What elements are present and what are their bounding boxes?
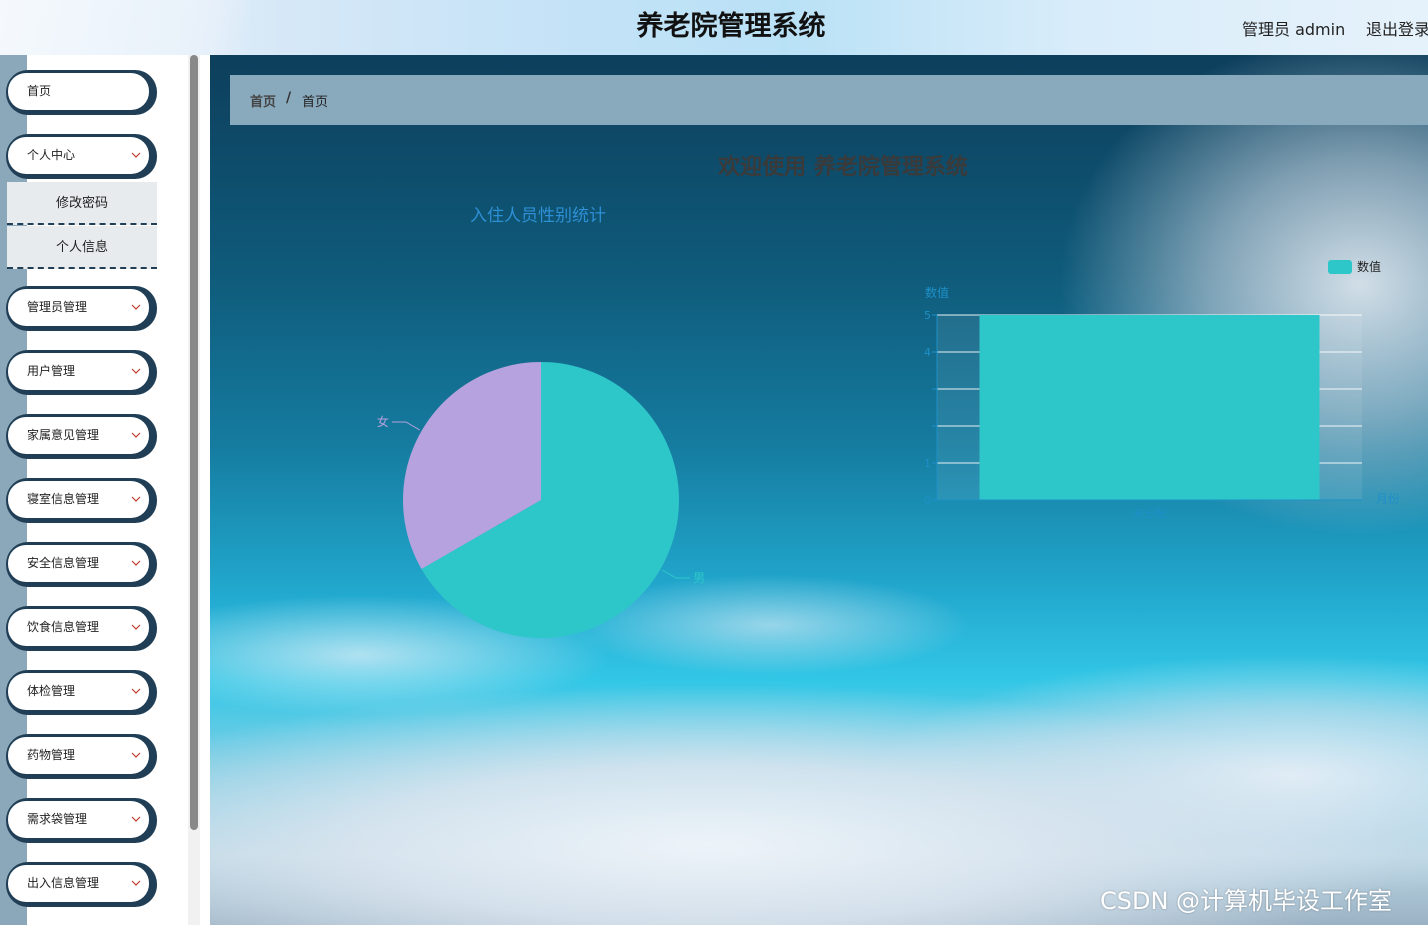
sidebar-item-text: 用户管理 <box>27 364 76 378</box>
pie-label-line-1 <box>391 421 421 431</box>
chevron-down-icon <box>131 737 141 774</box>
sidebar-item-3[interactable]: 用户管理 <box>6 350 157 395</box>
chevron-down-icon <box>131 545 141 582</box>
sidebar-item-label: 需求袋管理 <box>8 801 149 838</box>
y-axis-label: 数值 <box>925 285 949 300</box>
sidebar-item-6[interactable]: 安全信息管理 <box>6 542 157 587</box>
sidebar-item-label: 家属意见管理 <box>8 417 149 454</box>
sidebar-item-label: 首页 <box>8 73 149 110</box>
sidebar-item-1[interactable]: 个人中心 <box>6 134 157 179</box>
main-content: 首页 / 首页 欢迎使用 养老院管理系统 入住人员性别统计 男女 0 1 4 5 未分配… <box>210 55 1428 925</box>
sidebar-item-0[interactable]: 首页 <box>6 70 157 115</box>
pie-chart-title: 入住人员性别统计 <box>470 206 606 226</box>
sidebar-item-9[interactable]: 药物管理 <box>6 734 157 779</box>
sidebar-item-2[interactable]: 管理员管理 <box>6 286 157 331</box>
sidebar-item-text: 体检管理 <box>27 684 76 698</box>
pie-label-line-0 <box>661 569 691 579</box>
y-tick-label-0: 0 <box>924 494 931 507</box>
logout-link[interactable]: 退出登录 <box>1366 16 1428 40</box>
sidebar-item-8[interactable]: 体检管理 <box>6 670 157 715</box>
sidebar-item-5[interactable]: 寝室信息管理 <box>6 478 157 523</box>
chevron-down-icon <box>131 289 141 326</box>
welcome-heading: 欢迎使用 养老院管理系统 <box>718 155 968 180</box>
chevron-down-icon <box>131 417 141 454</box>
sidebar-item-text: 家属意见管理 <box>27 428 100 442</box>
sidebar-item-11[interactable]: 出入信息管理 <box>6 862 157 907</box>
y-tick-label-2: 4 <box>924 346 931 359</box>
y-tick-label-1: 1 <box>924 457 931 470</box>
x-tick-label-0: 未分配 <box>1133 507 1166 520</box>
chevron-down-icon <box>131 609 141 646</box>
app-title: 养老院管理系统 <box>636 11 826 42</box>
sidebar-item-label: 出入信息管理 <box>8 865 149 902</box>
bar-0[interactable] <box>979 315 1320 500</box>
sidebar-item-text: 个人中心 <box>27 148 76 162</box>
chevron-down-icon <box>131 481 141 518</box>
sidebar-item-text: 药物管理 <box>27 748 76 762</box>
sidebar-item-text: 管理员管理 <box>27 300 88 314</box>
sidebar-item-10[interactable]: 需求袋管理 <box>6 798 157 843</box>
sidebar-item-text: 首页 <box>27 84 52 98</box>
sidebar-item-text: 安全信息管理 <box>27 556 100 570</box>
y-tick-label-3: 5 <box>924 309 931 322</box>
legend-swatch <box>1328 260 1352 274</box>
pie-label-1: 女 <box>377 414 389 429</box>
x-axis-label: 月份 <box>1376 492 1400 506</box>
sidebar-item-text: 寝室信息管理 <box>27 492 100 506</box>
breadcrumb: 首页 / 首页 <box>230 75 1428 125</box>
sidebar-subitem-0[interactable]: 修改密码 <box>7 182 157 225</box>
sidebar-item-text: 出入信息管理 <box>27 876 100 890</box>
chevron-down-icon <box>131 673 141 710</box>
chevron-down-icon <box>131 353 141 390</box>
sidebar-item-label: 寝室信息管理 <box>8 481 149 518</box>
sidebar-item-label: 药物管理 <box>8 737 149 774</box>
sidebar-item-label: 饮食信息管理 <box>8 609 149 646</box>
sidebar-item-text: 饮食信息管理 <box>27 620 100 634</box>
sidebar-item-label: 个人中心 <box>8 137 149 174</box>
sidebar: 首页个人中心修改密码 个人信息管理员管理用户管理家属意见管理 寝室信息管理 安全信息管… <box>0 55 210 925</box>
sidebar-item-text: 需求袋管理 <box>27 812 88 826</box>
chevron-down-icon <box>131 865 141 902</box>
watermark: CSDN @计算机毕设工作室 <box>1100 887 1393 915</box>
legend-label: 数值 <box>1357 259 1381 274</box>
pie-label-0: 男 <box>693 571 705 585</box>
sidebar-item-4[interactable]: 家属意见管理 <box>6 414 157 459</box>
breadcrumb-home[interactable]: 首页 <box>250 91 276 110</box>
sidebar-item-label: 安全信息管理 <box>8 545 149 582</box>
sidebar-scrollbar-thumb[interactable] <box>190 55 198 830</box>
chevron-down-icon <box>131 137 141 174</box>
sidebar-item-label: 体检管理 <box>8 673 149 710</box>
chevron-down-icon <box>131 801 141 838</box>
top-header: 养老院管理系统 管理员 admin 退出登录 <box>0 0 1428 55</box>
sidebar-item-7[interactable]: 饮食信息管理 <box>6 606 157 651</box>
sidebar-item-label: 用户管理 <box>8 353 149 390</box>
current-user: 管理员 admin <box>1242 20 1346 39</box>
breadcrumb-separator: / <box>286 90 292 106</box>
sidebar-item-label: 管理员管理 <box>8 289 149 326</box>
sidebar-subitem-1[interactable]: 个人信息 <box>7 226 157 269</box>
gender-pie-chart: 男女 <box>377 362 705 638</box>
monthly-bar-chart: 0 1 4 5 未分配 数值月份 数值 <box>924 259 1400 520</box>
breadcrumb-current: 首页 <box>302 95 329 110</box>
